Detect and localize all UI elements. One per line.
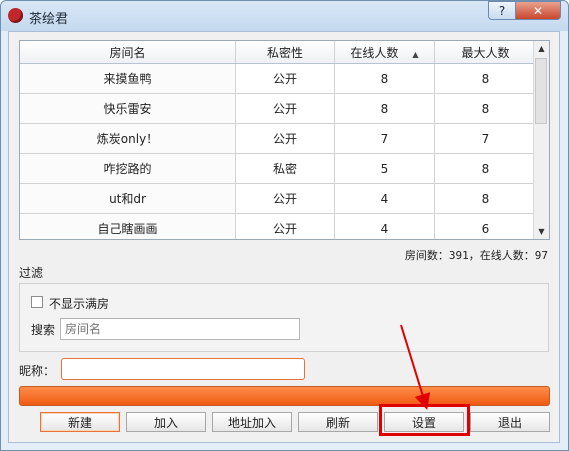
annotation-arrow-icon [400,324,431,410]
